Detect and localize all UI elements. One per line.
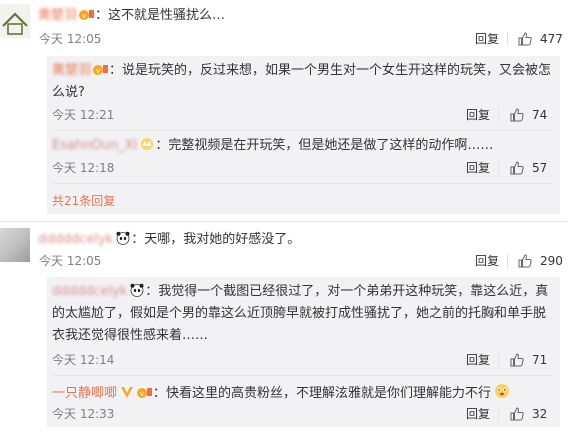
divider (498, 407, 499, 421)
divider (52, 375, 552, 376)
more-replies-link[interactable]: 共21条回复 (52, 193, 115, 209)
sub-reply: 黄楚羽 v ：说是玩笑的，反过来想，如果一个男生对一个女生开这样的玩笑，又会被怎么说… (52, 60, 552, 104)
sub-reply: dddddcelyk ：我觉得一个截图已经很过了，对一个弟弟开这种玩笑，靠这么近，… (52, 281, 552, 347)
thumbs-up-icon (510, 353, 524, 367)
sub-reply-username[interactable]: 一只静唧唧 (52, 386, 117, 401)
sub-reply-time: 今天 12:18 (52, 161, 115, 175)
reply-button[interactable]: 回复 (466, 406, 490, 422)
comment-username[interactable]: 黄楚羽 (38, 8, 77, 23)
like-count: 290 (540, 254, 563, 268)
divider (498, 108, 499, 122)
sub-reply-username[interactable]: dddddcelyk (52, 284, 127, 299)
sub-replies-box: dddddcelyk ：我觉得一个截图已经很过了，对一个弟弟开这种玩笑，靠这么近，… (47, 277, 560, 427)
panda-badge-icon (129, 283, 145, 297)
comment: dddddcelyk ：天哪，我对她的好感没了。 今天 12:05 回复 290 … (0, 222, 568, 433)
v-badge-icon (119, 385, 135, 399)
comment-time: 今天 12:05 (39, 254, 102, 268)
comment-text: ：这不就是性骚扰么… (95, 8, 226, 23)
like-count: 32 (532, 407, 548, 421)
house-avatar-icon (2, 12, 28, 35)
sub-replies-box: 黄楚羽 v ：说是玩笑的，反过来想，如果一个男生对一个女生开这样的玩笑，又会被怎么说… (47, 56, 560, 214)
sub-reply-time: 今天 12:21 (52, 108, 115, 122)
reply-button[interactable]: 回复 (466, 160, 490, 176)
comment-username[interactable]: dddddcelyk (38, 232, 113, 247)
sub-reply-text: ：快看这里的高贵粉丝，不理解泫雅就是你们理解能力不行 (153, 386, 492, 401)
vip-badge-icon: v (93, 62, 109, 76)
thumbs-up-icon (510, 108, 524, 122)
divider (498, 353, 499, 367)
divider (52, 183, 552, 184)
sub-reply-text: ：说是玩笑的，反过来想，如果一个男生对一个女生开这样的玩笑，又会被怎么说? (52, 63, 552, 100)
thumbs-up-icon (510, 407, 524, 421)
like-button[interactable]: 290 (518, 253, 563, 269)
crown-badge-icon (139, 137, 155, 151)
vip-badge-icon: v (137, 385, 153, 399)
vip-badge-icon: v (79, 7, 95, 21)
like-button[interactable]: 57 (510, 160, 547, 176)
thumbs-up-icon (510, 161, 524, 175)
comment-text: ：天哪，我对她的好感没了。 (131, 232, 301, 247)
svg-text:v: v (96, 67, 100, 75)
sub-reply: 一只静唧唧 v ：快看这里的高贵粉丝，不理解泫雅就是你们理解能力不行 (52, 383, 511, 403)
emoji-icon (493, 383, 511, 399)
comment: 黄楚羽 v ：这不就是性骚扰么… 今天 12:05 回复 477 黄楚羽 v ：说是玩笑… (0, 0, 568, 214)
comment-time: 今天 12:05 (39, 32, 102, 46)
reply-button[interactable]: 回复 (475, 31, 499, 47)
avatar[interactable] (0, 4, 30, 38)
like-count: 477 (540, 32, 563, 46)
thumbs-up-icon (518, 254, 532, 268)
avatar[interactable] (0, 228, 30, 262)
reply-button[interactable]: 回复 (475, 253, 499, 269)
sub-reply-text: ：完整视频是在开玩笑，但是她还是做了这样的动作啊…… (155, 138, 494, 153)
reply-button[interactable]: 回复 (466, 352, 490, 368)
sub-reply-time: 今天 12:14 (52, 353, 115, 367)
like-button[interactable]: 74 (510, 107, 547, 123)
like-count: 71 (532, 353, 548, 367)
like-count: 57 (532, 161, 548, 175)
like-button[interactable]: 32 (510, 406, 547, 422)
sub-reply-time: 今天 12:33 (52, 407, 115, 421)
divider (52, 130, 552, 131)
reply-button[interactable]: 回复 (466, 107, 490, 123)
sub-reply-username[interactable]: 黄楚羽 (52, 63, 91, 78)
panda-badge-icon (115, 231, 131, 245)
like-count: 74 (532, 108, 548, 122)
thumbs-up-icon (518, 32, 532, 46)
divider (507, 32, 508, 46)
like-button[interactable]: 477 (518, 31, 563, 47)
sub-reply-username[interactable]: EsahnOun_XI (52, 138, 137, 153)
svg-text:v: v (82, 12, 86, 20)
svg-text:v: v (140, 390, 144, 398)
like-button[interactable]: 71 (510, 352, 547, 368)
sub-reply: EsahnOun_XI ：完整视频是在开玩笑，但是她还是做了这样的动作啊…… (52, 137, 493, 155)
divider (498, 161, 499, 175)
divider (507, 254, 508, 268)
